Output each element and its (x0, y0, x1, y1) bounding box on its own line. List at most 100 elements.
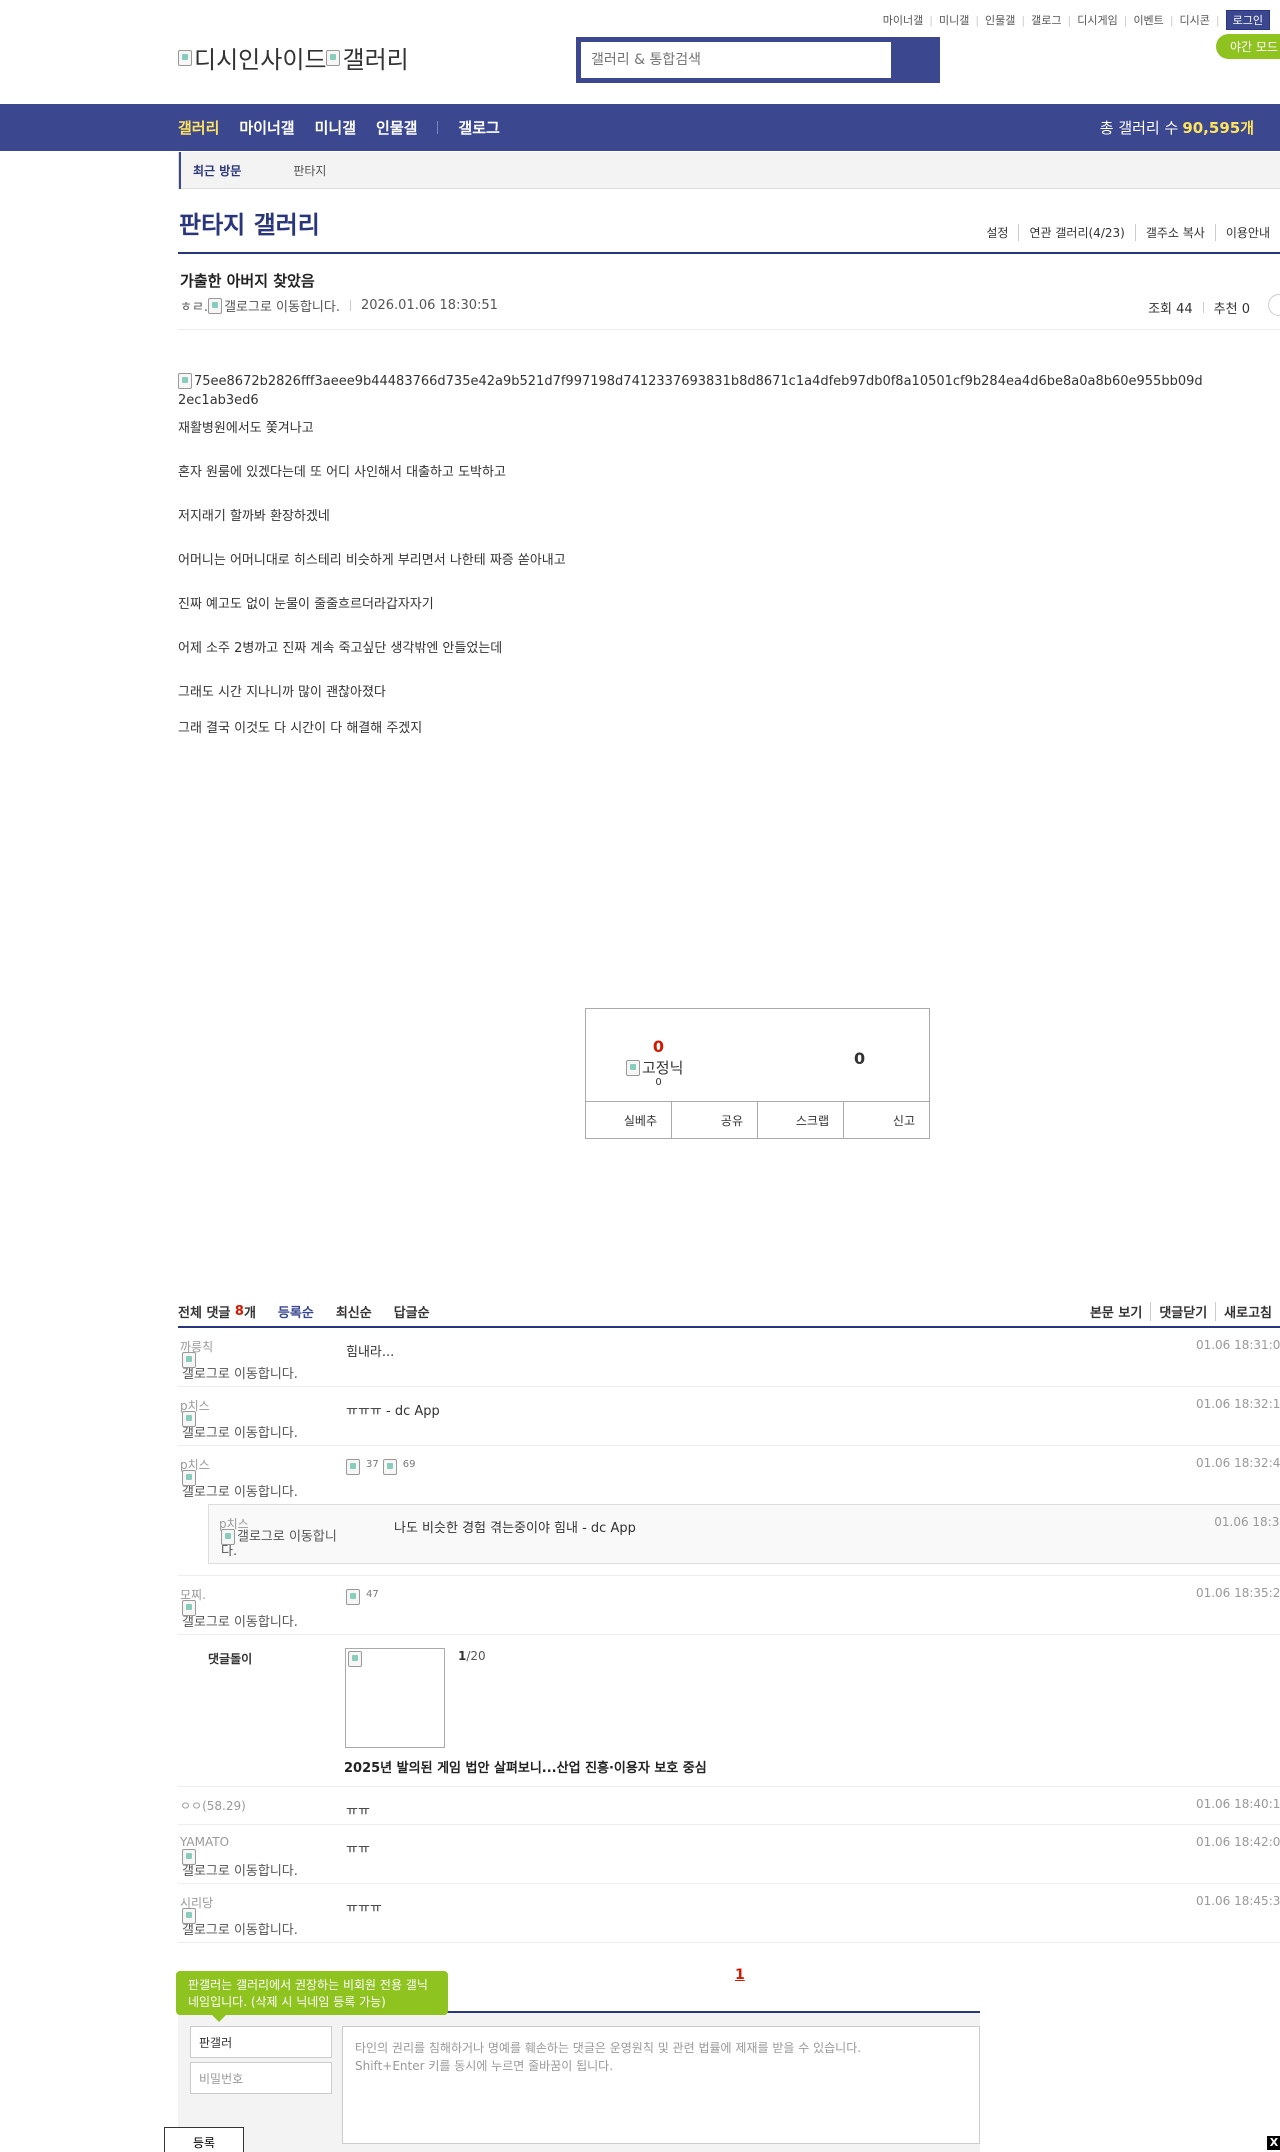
post-image-alt-cont: 2ec1ab3ed6 (178, 393, 259, 408)
report-button[interactable]: 신고 (843, 1102, 929, 1138)
login-button[interactable]: 로그인 (1225, 10, 1270, 30)
post-line: 저지래기 할까봐 환장하겠네 (178, 509, 330, 524)
post-author-gallog[interactable]: 갤로그로 이동합니다. (224, 296, 340, 315)
dccon-image-icon (382, 1459, 397, 1475)
comment-gallog-link[interactable]: 갤로그로 이동합니다. (182, 1908, 312, 1938)
sort-registered-tab[interactable]: 등록순 (278, 1302, 314, 1321)
dccon-images: 47 (346, 1589, 379, 1605)
realbest-button[interactable]: 실베추 (586, 1102, 671, 1138)
top-links: 마이너갤 | 미니갤 | 인물갤 | 갤로그 | 디시게임 | 이벤트 | 디시콘 | 로그인 (883, 10, 1270, 30)
close-icon[interactable]: X (1267, 2136, 1280, 2150)
refresh-comments-button[interactable]: 새로고침 (1215, 1301, 1280, 1321)
reply-gallog-alt: 갤로그로 이동합니다. (221, 1529, 337, 1559)
toplink-event[interactable]: 이벤트 (1133, 12, 1163, 28)
sort-latest-tab[interactable]: 최신순 (336, 1302, 372, 1321)
recent-visit-item[interactable]: 판타지 (293, 162, 326, 179)
toplink-mini[interactable]: 미니갤 (939, 12, 969, 28)
gallog-icon[interactable] (208, 297, 223, 314)
dccon-image-icon (346, 1459, 360, 1475)
comment-date: 01.06 18:40:11 (1195, 1797, 1280, 1811)
toplink-game[interactable]: 디시게임 (1077, 12, 1117, 28)
comment-bot-label: 댓글돌이 (208, 1652, 253, 1666)
broken-image-icon (221, 1529, 235, 1545)
comment-gallog-alt: 갤로그로 이동합니다. (182, 1923, 298, 1938)
search-button[interactable] (891, 42, 935, 78)
usage-guide-link[interactable]: 이용안내 (1214, 224, 1280, 241)
textarea-notice-2: Shift+Enter 키를 동시에 누르면 줄바꿈이 됩니다. (355, 2059, 614, 2073)
comment-nick[interactable]: YAMATO (180, 1835, 229, 1849)
gallery-title[interactable]: 판타지 갤러리 (179, 205, 320, 240)
downvote-count[interactable]: 0 (854, 1049, 865, 1068)
nav-minor[interactable]: 마이너갤 (239, 117, 294, 138)
scrap-button[interactable]: 스크랩 (757, 1102, 843, 1138)
broken-image-icon (626, 1059, 640, 1076)
meta-divider (178, 329, 1280, 330)
comments-header-actions: 본문 보기 댓글닫기 새로고침 (1082, 1296, 1280, 1326)
post-views: 조회 44 (1148, 302, 1193, 317)
comment-bot-title[interactable]: 2025년 발의된 게임 법안 살펴보니...산업 진흥·이용자 보호 중심 (344, 1757, 707, 1776)
upvote-count[interactable]: 0 (586, 1037, 731, 1056)
comment-page-1[interactable]: 1 (735, 1967, 745, 1983)
nickname-field[interactable]: 판갤러 (190, 2026, 332, 2058)
toplink-gallog[interactable]: 갤로그 (1031, 12, 1061, 28)
dccon-images: 37 69 (346, 1459, 415, 1475)
reply-gallog-link[interactable]: 갤로그로 이동합니다. (221, 1529, 351, 1559)
bot-page-total: /20 (466, 1649, 486, 1663)
post-line: 그래도 시간 지나니까 많이 괜찮아졌다 (178, 685, 386, 700)
nav-mini[interactable]: 미니갤 (315, 117, 356, 138)
sort-replies-tab[interactable]: 답글순 (394, 1302, 430, 1321)
broken-image-icon (348, 1651, 362, 1667)
password-field[interactable]: 비밀번호 (190, 2062, 332, 2094)
comment-textarea[interactable]: 타인의 권리를 침해하거나 명예를 훼손하는 댓글은 운영원칙 및 관련 법률에… (342, 2026, 980, 2144)
post-author[interactable]: ㅎㄹ. (180, 296, 208, 315)
comment-date: 01.06 18:31:02 (1195, 1338, 1280, 1352)
site-logo[interactable]: 디시인사이드 갤러리 (178, 40, 409, 75)
comment-nick[interactable]: ㅇㅇ(58.29) (180, 1797, 246, 1814)
comment-item: 까릉칙 갤로그로 이동합니다. 힘내라... 01.06 18:31:02 (178, 1328, 1280, 1387)
post-line: 그래 결국 이것도 다 시간이 다 해결해 주겠지 (178, 721, 423, 736)
comment-gallog-link[interactable]: 갤로그로 이동합니다. (182, 1411, 312, 1441)
comment-text: ㅠㅠㅠ (346, 1901, 382, 1916)
fixed-nick-upvote[interactable]: 고정닉 (626, 1057, 683, 1078)
post-line: 어머니는 어머니대로 히스테리 비슷하게 부리면서 나한테 짜증 쏟아내고 (178, 553, 566, 568)
comment-date: 01.06 18:45:30 (1195, 1894, 1280, 1908)
comment-text: ㅠㅠ (346, 1842, 370, 1857)
toplink-person[interactable]: 인물갤 (985, 12, 1015, 28)
nav-gallery[interactable]: 갤러리 (178, 117, 219, 138)
broken-image-icon (178, 49, 192, 66)
toplink-minor[interactable]: 마이너갤 (883, 12, 923, 28)
nav-gallog[interactable]: 갤로그 (458, 117, 499, 138)
toplink-dccon[interactable]: 디시콘 (1180, 12, 1210, 28)
share-button[interactable]: 공유 (671, 1102, 757, 1138)
comment-write-area: 판갤러 비밀번호 타인의 권리를 침해하거나 명예를 훼손하는 댓글은 운영원칙… (178, 2013, 980, 2152)
comment-text: 힘내라... (346, 1345, 395, 1360)
comment-gallog-link[interactable]: 갤로그로 이동합니다. (182, 1849, 312, 1879)
comment-text: ㅠㅠㅠ - dc App (346, 1404, 440, 1419)
more-options-icon[interactable] (1268, 294, 1280, 316)
close-comments-button[interactable]: 댓글닫기 (1150, 1301, 1215, 1321)
comment-item: ㅇㅇ(58.29) ㅠㅠ 01.06 18:40:11 (178, 1787, 1280, 1825)
comment-item: 시리당 갤로그로 이동합니다. ㅠㅠㅠ 01.06 18:45:30 (178, 1884, 1280, 1943)
broken-image-icon (326, 49, 341, 66)
recent-visits-label[interactable]: 최근 방문 (181, 162, 253, 179)
night-mode-button[interactable]: 야간 모드 (1216, 34, 1280, 59)
search-input[interactable] (581, 42, 891, 78)
comment-gallog-link[interactable]: 갤로그로 이동합니다. (182, 1600, 312, 1630)
related-galleries-link[interactable]: 연관 갤러리(4/23) (1018, 224, 1134, 241)
gallery-settings-link[interactable]: 설정 (976, 224, 1018, 241)
copy-address-link[interactable]: 갤주소 복사 (1134, 224, 1215, 241)
post-line: 혼자 원룸에 있겠다는데 또 어디 사인해서 대출하고 도박하고 (178, 465, 506, 480)
view-post-button[interactable]: 본문 보기 (1082, 1302, 1150, 1321)
fixed-nick-label: 고정닉 (642, 1059, 684, 1077)
submit-comment-button[interactable]: 등록 (164, 2127, 244, 2152)
comment-bot-thumbnail[interactable] (345, 1648, 445, 1748)
comment-gallog-link[interactable]: 갤로그로 이동합니다. (182, 1470, 312, 1500)
comment-item: 모찌. 갤로그로 이동합니다. 47 01.06 18:35:22 (178, 1576, 1280, 1635)
reply-item: p치스 갤로그로 이동합니다. 나도 비슷한 경험 겪는중이야 힘내 - dc … (208, 1504, 1280, 1564)
broken-image-icon (182, 1908, 196, 1924)
broken-image-icon (182, 1600, 196, 1616)
comment-date: 01.06 18:42:03 (1195, 1835, 1280, 1849)
comment-gallog-link[interactable]: 갤로그로 이동합니다. (182, 1352, 312, 1382)
nav-person[interactable]: 인물갤 (376, 117, 417, 138)
comment-gallog-alt: 갤로그로 이동합니다. (182, 1615, 298, 1630)
